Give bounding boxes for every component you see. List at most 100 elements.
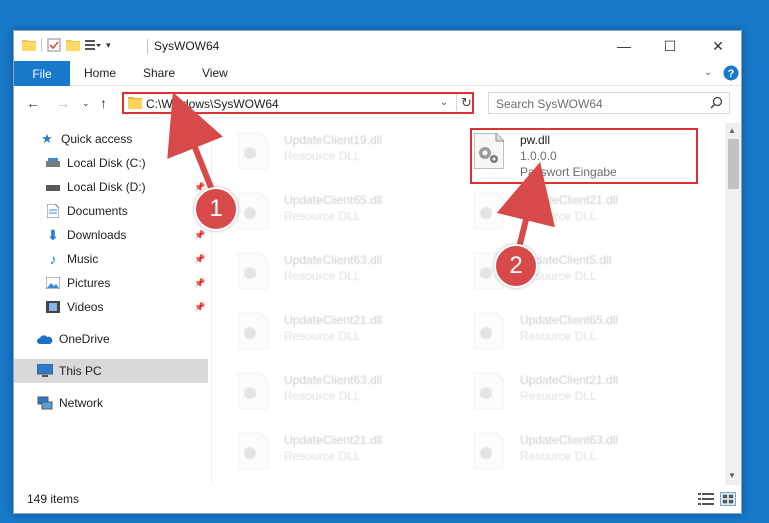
properties-icon[interactable]	[47, 38, 61, 52]
search-icon[interactable]	[710, 96, 723, 109]
list-item[interactable]: UpdateClient19.dll Resource DLL	[212, 125, 432, 179]
list-item[interactable]: UpdateClient21.dll Resource DLL	[212, 305, 432, 359]
tab-share[interactable]: Share	[143, 66, 175, 80]
recent-locations-icon[interactable]: ⌄	[82, 98, 90, 109]
forward-arrow-icon[interactable]: →	[56, 95, 70, 111]
minimize-button[interactable]: —	[601, 31, 647, 61]
dll-file-icon	[474, 193, 504, 229]
up-arrow-icon[interactable]: ↑	[100, 95, 107, 111]
list-item[interactable]: UpdateClient63.dll Resource DLL	[212, 245, 432, 299]
tab-home[interactable]: Home	[84, 66, 116, 80]
sidebar-item-quick-access[interactable]: ★ Quick access	[14, 127, 208, 151]
file-description: Resource DLL	[284, 329, 361, 343]
sidebar-item-label: Music	[67, 252, 99, 266]
file-description: Resource DLL	[520, 449, 597, 463]
search-input[interactable]: Search SysWOW64	[488, 92, 730, 114]
details-view-icon[interactable]	[698, 492, 714, 506]
sidebar-item-videos[interactable]: Videos 📌	[14, 295, 208, 319]
title-separator	[147, 39, 148, 54]
list-item[interactable]: UpdateClient21.dll Resource DLL	[212, 425, 432, 479]
chevron-down-icon[interactable]: ⌄	[440, 97, 448, 108]
chevron-down-icon[interactable]: ⌄	[704, 67, 712, 78]
qat-separator	[41, 38, 42, 52]
file-name: UpdateClient63.dll	[284, 373, 383, 387]
file-description: Resource DLL	[520, 389, 597, 403]
address-path[interactable]: C:\Windows\SysWOW64	[146, 97, 279, 111]
folder-icon	[128, 97, 142, 109]
file-description: Resource DLL	[284, 269, 361, 283]
sidebar-item-local-disk-d[interactable]: Local Disk (D:) 📌	[14, 175, 208, 199]
scrollbar-thumb[interactable]	[728, 139, 739, 189]
sidebar-item-downloads[interactable]: ⬇ Downloads 📌	[14, 223, 208, 247]
dll-file-icon	[238, 253, 268, 289]
customize-icon[interactable]	[85, 39, 101, 51]
search-placeholder: Search SysWOW64	[496, 97, 603, 111]
sidebar-item-network[interactable]: Network	[14, 391, 208, 415]
list-item[interactable]: UpdateClient21.dll Resource DLL	[448, 365, 668, 419]
file-name: UpdateClient21.dll	[284, 433, 383, 447]
sidebar-item-this-pc[interactable]: This PC	[14, 359, 208, 383]
chevron-down-icon[interactable]: ▾	[106, 40, 111, 51]
navigation-pane: ★ Quick access Local Disk (C:) Local Dis…	[14, 123, 210, 485]
close-button[interactable]: ✕	[695, 31, 741, 61]
address-bar[interactable]: C:\Windows\SysWOW64 ⌄ ↻	[122, 92, 474, 114]
file-name: UpdateClient65.dll	[520, 313, 619, 327]
dll-file-icon	[238, 133, 268, 169]
list-item[interactable]: UpdateClient65.dll Resource DLL	[212, 185, 432, 239]
pin-icon[interactable]: 📌	[194, 302, 205, 313]
maximize-button[interactable]: ☐	[647, 31, 693, 61]
back-arrow-icon[interactable]: ←	[26, 95, 40, 111]
sidebar-item-label: Downloads	[67, 228, 127, 242]
list-item[interactable]: UpdateClient5.dll Resource DLL	[448, 245, 668, 299]
sidebar-item-label: Documents	[67, 204, 128, 218]
navigation-bar: ← → ⌄ ↑ C:\Windows\SysWOW64 ⌄ ↻ Search S…	[14, 87, 741, 120]
list-item[interactable]: UpdateClient21.dll Resource DLL	[448, 185, 668, 239]
callout-badge-2: 2	[494, 244, 538, 288]
picture-icon	[44, 275, 62, 291]
sidebar-item-label: Videos	[67, 300, 104, 314]
cloud-icon	[36, 331, 54, 347]
vertical-scrollbar[interactable]: ▲ ▼	[725, 123, 741, 485]
pin-icon[interactable]: 📌	[194, 254, 205, 265]
refresh-icon[interactable]: ↻	[456, 94, 476, 112]
music-icon: ♪	[49, 251, 57, 267]
file-name: UpdateClient21.dll	[284, 313, 383, 327]
list-item[interactable]: UpdateClient65.dll Resource DLL	[448, 305, 668, 359]
network-icon	[36, 395, 54, 411]
sidebar-item-onedrive[interactable]: OneDrive	[14, 327, 208, 351]
help-icon[interactable]: ?	[723, 65, 739, 81]
list-item[interactable]: UpdateClient63.dll Resource DLL	[448, 425, 668, 479]
list-item[interactable]: UpdateClient63.dll Resource DLL	[212, 365, 432, 419]
tiles-view-icon[interactable]	[720, 492, 736, 506]
sidebar-item-label: Network	[59, 396, 104, 410]
video-icon	[44, 299, 62, 315]
dll-file-icon	[474, 313, 504, 349]
sidebar-item-documents[interactable]: Documents 📌	[14, 199, 208, 223]
file-description: Resource DLL	[520, 209, 597, 223]
scroll-down-icon[interactable]: ▼	[728, 471, 736, 480]
file-description: Resource DLL	[284, 209, 361, 223]
dll-file-icon	[238, 373, 268, 409]
drive-icon	[44, 155, 62, 171]
file-description: Resource DLL	[284, 389, 361, 403]
new-folder-icon[interactable]	[66, 39, 80, 51]
scroll-up-icon[interactable]: ▲	[728, 126, 736, 135]
quick-access-toolbar: ▾	[22, 38, 111, 52]
pin-icon[interactable]: 📌	[194, 230, 205, 241]
tab-file[interactable]: File	[14, 61, 70, 86]
sidebar-item-local-disk-c[interactable]: Local Disk (C:)	[14, 151, 208, 175]
file-name: UpdateClient19.dll	[284, 133, 383, 147]
ribbon-tabs: File Home Share View ⌄ ?	[14, 61, 741, 86]
file-name: UpdateClient21.dll	[520, 373, 619, 387]
document-icon	[44, 203, 62, 219]
sidebar-item-label: OneDrive	[59, 332, 110, 346]
sidebar-item-label: Quick access	[61, 132, 133, 146]
tab-view[interactable]: View	[202, 66, 228, 80]
folder-icon[interactable]	[22, 39, 36, 51]
status-bar: 149 items	[14, 487, 741, 513]
pin-icon[interactable]: 📌	[194, 278, 205, 289]
file-description: Resource DLL	[284, 149, 361, 163]
sidebar-item-music[interactable]: ♪ Music 📌	[14, 247, 208, 271]
sidebar-item-pictures[interactable]: Pictures 📌	[14, 271, 208, 295]
window-title: SysWOW64	[154, 39, 220, 53]
